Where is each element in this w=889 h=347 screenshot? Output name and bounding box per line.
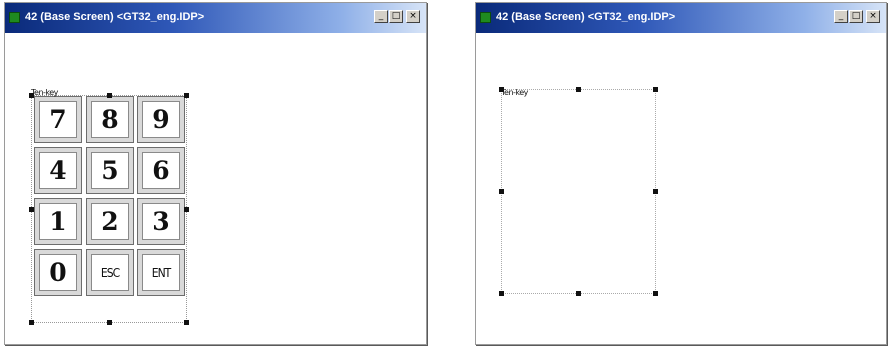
key-6[interactable]: 6	[137, 147, 185, 194]
key-label: 3	[142, 203, 180, 240]
base-screen-window-right: 42 (Base Screen) <GT32_eng.IDP> _ □ × Te…	[475, 2, 887, 345]
key-9[interactable]: 9	[137, 96, 185, 143]
key-label: 5	[91, 152, 129, 189]
resize-handle[interactable]	[184, 207, 189, 212]
resize-handle[interactable]	[576, 87, 581, 92]
resize-handle[interactable]	[29, 207, 34, 212]
key-3[interactable]: 3	[137, 198, 185, 245]
key-4[interactable]: 4	[34, 147, 82, 194]
resize-handle[interactable]	[653, 87, 658, 92]
resize-handle[interactable]	[184, 320, 189, 325]
key-0[interactable]: 0	[34, 249, 82, 296]
resize-handle[interactable]	[107, 320, 112, 325]
resize-handle[interactable]	[499, 87, 504, 92]
resize-handle[interactable]	[499, 291, 504, 296]
object-label: Ten-key	[501, 88, 528, 97]
screen-icon	[9, 12, 20, 23]
key-label: 0	[39, 254, 77, 291]
resize-handle[interactable]	[29, 320, 34, 325]
window-title-bar[interactable]: 42 (Base Screen) <GT32_eng.IDP> _ □ ×	[476, 3, 886, 33]
resize-handle[interactable]	[653, 189, 658, 194]
base-screen-window-left: 42 (Base Screen) <GT32_eng.IDP> _ □ × 7 …	[4, 2, 427, 345]
minimize-button[interactable]: _	[834, 10, 848, 23]
key-label: 1	[39, 203, 77, 240]
resize-handle[interactable]	[107, 93, 112, 98]
key-label: 9	[142, 101, 180, 138]
screen-canvas[interactable]: 7 8 9 4 5 6 1 2 3 0 ESC ENT Ten-key	[5, 33, 426, 344]
key-label: 4	[39, 152, 77, 189]
close-button[interactable]: ×	[866, 10, 880, 23]
key-1[interactable]: 1	[34, 198, 82, 245]
window-title: 42 (Base Screen) <GT32_eng.IDP>	[25, 11, 205, 23]
key-label: 6	[142, 152, 180, 189]
key-label: 7	[39, 101, 77, 138]
key-label: ESC	[91, 254, 129, 291]
caption-buttons: _ □ ×	[834, 10, 880, 23]
minimize-button[interactable]: _	[374, 10, 388, 23]
maximize-button[interactable]: □	[389, 10, 403, 23]
caption-buttons: _ □ ×	[374, 10, 420, 23]
screen-icon	[480, 12, 491, 23]
key-esc[interactable]: ESC	[86, 249, 134, 296]
object-label: Ten-key	[31, 88, 58, 97]
resize-handle[interactable]	[184, 93, 189, 98]
window-title: 42 (Base Screen) <GT32_eng.IDP>	[496, 11, 676, 23]
key-label: 8	[91, 101, 129, 138]
window-title-bar[interactable]: 42 (Base Screen) <GT32_eng.IDP> _ □ ×	[5, 3, 426, 33]
resize-handle[interactable]	[29, 93, 34, 98]
key-8[interactable]: 8	[86, 96, 134, 143]
ten-key-object-placeholder[interactable]: Ten-key	[499, 87, 658, 296]
key-7[interactable]: 7	[34, 96, 82, 143]
resize-handle[interactable]	[576, 291, 581, 296]
resize-handle[interactable]	[653, 291, 658, 296]
screen-canvas[interactable]: Ten-key	[476, 33, 886, 344]
close-button[interactable]: ×	[406, 10, 420, 23]
key-label: ENT	[142, 254, 180, 291]
key-5[interactable]: 5	[86, 147, 134, 194]
resize-handle[interactable]	[499, 189, 504, 194]
ten-key-object[interactable]: 7 8 9 4 5 6 1 2 3 0 ESC ENT Ten-key	[29, 89, 189, 325]
maximize-button[interactable]: □	[849, 10, 863, 23]
key-label: 2	[91, 203, 129, 240]
key-ent[interactable]: ENT	[137, 249, 185, 296]
key-2[interactable]: 2	[86, 198, 134, 245]
